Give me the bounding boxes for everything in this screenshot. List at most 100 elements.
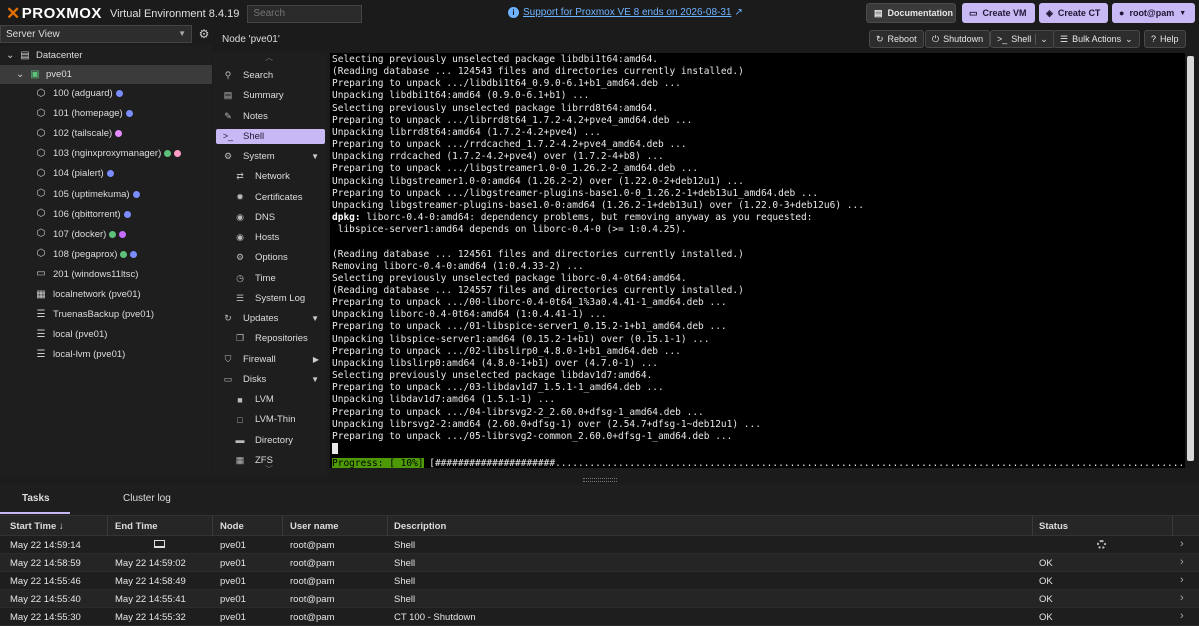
nav-item-time[interactable]: ◷ Time (216, 271, 325, 286)
tag-dot (119, 230, 127, 238)
tree-item[interactable]: ⬡ 102 (tailscale) (0, 124, 212, 143)
nav-item-label: Search (243, 70, 274, 81)
chevron-right-icon[interactable]: › (1180, 538, 1184, 550)
nav-item-repositories[interactable]: ❐ Repositories (216, 331, 325, 346)
nav-item-shell[interactable]: >_ Shell (216, 128, 325, 144)
tag-dot (164, 150, 172, 158)
tree-item[interactable]: ⬡ 103 (nginxproxymanager) (0, 144, 212, 163)
nav-item-system[interactable]: ⚙ System ▼ (216, 149, 325, 164)
nav-item-system-log[interactable]: ☰ System Log (216, 291, 325, 306)
nav-item-label: LVM-Thin (255, 414, 296, 426)
tree-item[interactable]: ▦ localnetwork (pve01) (0, 285, 212, 304)
tree-item[interactable]: ☰ TruenasBackup (pve01) (0, 305, 212, 324)
nav-item-options[interactable]: ⚙ Options (216, 250, 325, 265)
nav-item-label: Time (255, 272, 276, 284)
tag-dot (174, 150, 182, 158)
nav-item-lvm-thin[interactable]: □ LVM-Thin (216, 412, 325, 427)
tree-item[interactable]: ⬡ 104 (pialert) (0, 164, 212, 183)
tree-item[interactable]: ⬡ 105 (uptimekuma) (0, 185, 212, 204)
tree-datacenter[interactable]: ⌄ ▤ Datacenter (0, 46, 212, 65)
nav-item-network[interactable]: ⇄ Network (216, 169, 325, 184)
tab-cluster-log[interactable]: Cluster log (123, 493, 171, 504)
nav-item-dns[interactable]: ◉ DNS (216, 210, 325, 225)
chevron-down-icon[interactable]: ▼ (311, 152, 319, 161)
terminal-line: Removing liborc-0.4-0:amd64 (1:0.4.33-2)… (332, 260, 584, 272)
tree-item[interactable]: ⬡ 101 (homepage) (0, 104, 212, 123)
nav-item-zfs[interactable]: ▦ ZFS (216, 453, 325, 468)
documentation-button[interactable]: ▤ Documentation (866, 3, 956, 23)
tree-item[interactable]: ⬡ 107 (docker) (0, 225, 212, 244)
bulk-actions-button[interactable]: ☰ Bulk Actions ⌄ (1053, 30, 1140, 48)
chevron-right-icon[interactable]: ▶ (313, 355, 319, 364)
collapse-icon[interactable]: ⌄ (6, 50, 14, 61)
terminal-output[interactable]: Selecting previously unselected package … (330, 53, 1185, 468)
shutdown-button[interactable]: ⏻ Shutdown (925, 30, 991, 48)
nav-item-label: Firewall (243, 353, 276, 365)
tree-node-pve01[interactable]: ⌄ ▣ pve01 (0, 65, 212, 84)
chevron-down-icon[interactable]: ▼ (311, 314, 319, 323)
version-label: Virtual Environment 8.4.19 (109, 7, 240, 20)
tree-item[interactable]: ⬡ 100 (adguard) (0, 84, 212, 103)
view-selector[interactable]: Server View ▼ (0, 25, 192, 43)
nav-item-firewall[interactable]: ⛉ Firewall ▶ (216, 352, 325, 367)
database-icon: ☰ (36, 348, 46, 360)
help-button[interactable]: ? Help (1144, 30, 1186, 48)
terminal-scrollbar[interactable] (1185, 53, 1197, 468)
collapse-icon[interactable]: ⌄ (16, 69, 24, 80)
table-row[interactable]: May 22 14:55:46 May 22 14:58:49 pve01 root@… (0, 572, 1199, 590)
chevron-right-icon[interactable]: › (1180, 556, 1184, 568)
list-icon: ☰ (235, 292, 245, 303)
create-vm-button[interactable]: ▭ Create VM (962, 3, 1035, 23)
shield-icon: ⛉ (224, 353, 232, 364)
chevron-down-icon[interactable]: ▼ (311, 375, 319, 384)
col-end-time[interactable]: End Time (115, 521, 158, 532)
cell-end: May 22 14:59:02 (115, 558, 186, 569)
terminal-line: Unpacking libdbi1t64:amd64 (0.9.0-6.1+b1… (332, 90, 590, 102)
tag-dot (132, 190, 140, 198)
tag-dot (109, 230, 117, 238)
nav-item-notes[interactable]: ✎ Notes (216, 109, 325, 124)
chevron-right-icon[interactable]: › (1180, 574, 1184, 586)
chevron-right-icon[interactable]: › (1180, 610, 1184, 622)
table-row[interactable]: May 22 14:55:30 May 22 14:55:32 pve01 root@… (0, 608, 1199, 626)
nav-item-directory[interactable]: ▬ Directory (216, 433, 325, 448)
container-icon: ⬡ (36, 87, 46, 99)
nav-item-summary[interactable]: ▤ Summary (216, 88, 325, 103)
col-status[interactable]: Status (1039, 521, 1068, 532)
support-link[interactable]: i Support for Proxmox VE 8 ends on 2026-… (508, 7, 743, 18)
tree-item[interactable]: ☰ local-lvm (pve01) (0, 345, 212, 364)
panel-splitter[interactable] (583, 478, 617, 482)
chevron-right-icon[interactable]: › (1180, 592, 1184, 604)
scroll-up-icon[interactable]: ︿ (265, 52, 273, 63)
table-row[interactable]: May 22 14:58:59 May 22 14:59:02 pve01 root@… (0, 554, 1199, 572)
nav-item-disks[interactable]: ▭ Disks ▼ (216, 372, 325, 387)
table-row[interactable]: May 22 14:59:14 pve01 root@pam Shell › (0, 536, 1199, 554)
nav-item-lvm[interactable]: ■ LVM (216, 392, 325, 407)
col-user-name[interactable]: User name (290, 521, 339, 532)
nav-item-label: Notes (243, 110, 268, 122)
col-start-time[interactable]: Start Time ↓ (10, 521, 64, 532)
table-row[interactable]: May 22 14:55:40 May 22 14:55:41 pve01 root@… (0, 590, 1199, 608)
create-ct-button[interactable]: ◈ Create CT (1039, 3, 1108, 23)
tasks-panel: Tasks Cluster log Start Time ↓ End Time … (0, 484, 1199, 626)
nav-item-updates[interactable]: ↻ Updates ▼ (216, 311, 325, 326)
col-description[interactable]: Description (394, 521, 446, 532)
reboot-button[interactable]: ↻ Reboot (869, 30, 924, 48)
user-menu-button[interactable]: ● root@pam ▼ (1112, 3, 1195, 23)
tree-item[interactable]: ☰ local (pve01) (0, 325, 212, 344)
tree-item[interactable]: ▭ 201 (windows11ltsc) (0, 265, 212, 284)
scrollbar-thumb[interactable] (1187, 56, 1194, 461)
gear-icon[interactable]: ⚙ (196, 26, 212, 42)
tree-item[interactable]: ⬡ 106 (qbittorrent) (0, 205, 212, 224)
chevron-down-icon[interactable]: ⌄ (1035, 33, 1048, 45)
tag-dot (115, 130, 123, 138)
nav-item-label: Hosts (255, 232, 280, 243)
col-node[interactable]: Node (220, 521, 244, 532)
nav-item-certificates[interactable]: ✹ Certificates (216, 190, 325, 205)
nav-item-search[interactable]: ⚲ Search (216, 68, 325, 83)
nav-item-hosts[interactable]: ◉ Hosts (216, 230, 325, 245)
search-input[interactable] (247, 4, 363, 23)
shell-button[interactable]: >_ Shell ⌄ (990, 30, 1055, 48)
tree-item[interactable]: ⬡ 108 (pegaprox) (0, 245, 212, 264)
tab-tasks[interactable]: Tasks (22, 493, 50, 504)
